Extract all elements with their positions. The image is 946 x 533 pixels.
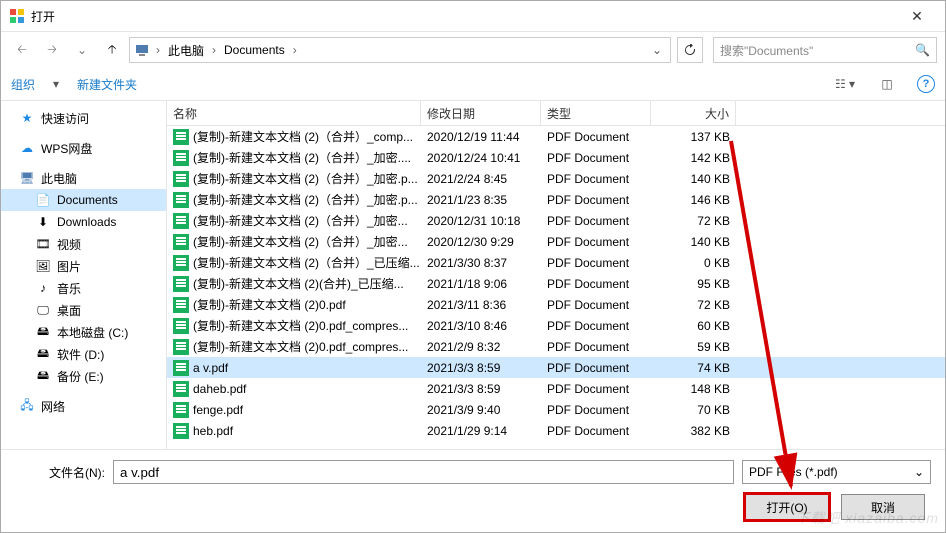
pdf-icon xyxy=(173,213,189,229)
search-input[interactable]: 搜索"Documents" 🔍 xyxy=(713,37,937,63)
close-icon[interactable]: ✕ xyxy=(897,8,937,25)
pc-icon: 🖥 xyxy=(19,170,35,186)
pdf-icon xyxy=(173,129,189,145)
pdf-icon xyxy=(173,234,189,250)
dialog-body: ★快速访问 ☁WPS网盘 🖥此电脑 📄Documents⬇Downloads🎞视… xyxy=(1,100,945,449)
new-folder-button[interactable]: 新建文件夹 xyxy=(77,76,137,93)
search-placeholder: 搜索"Documents" xyxy=(720,42,813,59)
help-icon[interactable]: ? xyxy=(917,75,935,93)
chevron-down-icon: ⌄ xyxy=(914,465,924,479)
pdf-icon xyxy=(173,171,189,187)
table-row[interactable]: (复制)-新建文本文档 (2)（合并）_加密...2020/12/31 10:1… xyxy=(167,210,945,231)
folder-icon: 🖴 xyxy=(35,324,51,340)
forward-button: 🡢 xyxy=(39,37,65,63)
table-row[interactable]: (复制)-新建文本文档 (2)0.pdf_compres...2021/2/9 … xyxy=(167,336,945,357)
table-row[interactable]: (复制)-新建文本文档 (2)(合并)_已压缩...2021/1/18 9:06… xyxy=(167,273,945,294)
table-row[interactable]: (复制)-新建文本文档 (2)（合并）_加密.p...2021/2/24 8:4… xyxy=(167,168,945,189)
folder-icon: 🎞 xyxy=(35,236,51,252)
sidebar-network[interactable]: 🖧网络 xyxy=(1,395,166,417)
sidebar: ★快速访问 ☁WPS网盘 🖥此电脑 📄Documents⬇Downloads🎞视… xyxy=(1,101,167,449)
sidebar-quick-access[interactable]: ★快速访问 xyxy=(1,107,166,129)
filename-input[interactable] xyxy=(113,460,734,484)
pdf-icon xyxy=(173,381,189,397)
chevron-right-icon: › xyxy=(212,43,216,57)
folder-icon: ⬇ xyxy=(35,214,51,230)
pdf-icon xyxy=(173,255,189,271)
pdf-icon xyxy=(173,192,189,208)
sidebar-item[interactable]: 🖼图片 xyxy=(1,255,166,277)
sidebar-wps[interactable]: ☁WPS网盘 xyxy=(1,137,166,159)
chevron-right-icon: › xyxy=(156,43,160,57)
back-button[interactable]: 🡠 xyxy=(9,37,35,63)
app-icon xyxy=(9,8,25,24)
organize-menu[interactable]: 组织 xyxy=(11,76,35,93)
folder-icon: 🖵 xyxy=(35,302,51,318)
titlebar: 打开 ✕ xyxy=(1,1,945,32)
table-row[interactable]: daheb.pdf2021/3/3 8:59PDF Document148 KB xyxy=(167,378,945,399)
table-row[interactable]: heb.pdf2021/1/29 9:14PDF Document382 KB xyxy=(167,420,945,441)
folder-icon: 🖴 xyxy=(35,368,51,384)
table-row[interactable]: a v.pdf2021/3/3 8:59PDF Document74 KB xyxy=(167,357,945,378)
pdf-icon xyxy=(173,297,189,313)
col-type[interactable]: 类型 xyxy=(541,101,651,125)
column-headers: 名称 修改日期 类型 大小 xyxy=(167,101,945,126)
up-button[interactable]: 🡡 xyxy=(99,37,125,63)
sidebar-item[interactable]: ⬇Downloads xyxy=(1,211,166,233)
col-date[interactable]: 修改日期 xyxy=(421,101,541,125)
sidebar-item[interactable]: 🖵桌面 xyxy=(1,299,166,321)
file-list[interactable]: (复制)-新建文本文档 (2)（合并）_comp...2020/12/19 11… xyxy=(167,126,945,449)
table-row[interactable]: (复制)-新建文本文档 (2)（合并）_comp...2020/12/19 11… xyxy=(167,126,945,147)
table-row[interactable]: (复制)-新建文本文档 (2)0.pdf2021/3/11 8:36PDF Do… xyxy=(167,294,945,315)
col-name[interactable]: 名称 xyxy=(167,101,421,125)
pdf-icon xyxy=(173,423,189,439)
star-icon: ★ xyxy=(19,110,35,126)
search-icon: 🔍 xyxy=(915,43,930,57)
table-row[interactable]: fenge.pdf2021/3/9 9:40PDF Document70 KB xyxy=(167,399,945,420)
table-row[interactable]: (复制)-新建文本文档 (2)（合并）_加密...2020/12/30 9:29… xyxy=(167,231,945,252)
view-options-icon[interactable]: ☷ ▾ xyxy=(833,77,857,91)
sidebar-item[interactable]: 📄Documents xyxy=(1,189,166,211)
table-row[interactable]: (复制)-新建文本文档 (2)0.pdf_compres...2021/3/10… xyxy=(167,315,945,336)
pdf-icon xyxy=(173,339,189,355)
address-dropdown-icon[interactable]: ⌄ xyxy=(648,43,666,57)
pdf-icon xyxy=(173,150,189,166)
filename-label: 文件名(N): xyxy=(15,464,105,481)
pdf-icon xyxy=(173,402,189,418)
sidebar-this-pc[interactable]: 🖥此电脑 xyxy=(1,167,166,189)
pdf-icon xyxy=(173,318,189,334)
recent-dropdown[interactable]: ⌄ xyxy=(69,37,95,63)
table-row[interactable]: (复制)-新建文本文档 (2)（合并）_已压缩...2021/3/30 8:37… xyxy=(167,252,945,273)
table-row[interactable]: (复制)-新建文本文档 (2)（合并）_加密.p...2021/1/23 8:3… xyxy=(167,189,945,210)
folder-icon: 🖴 xyxy=(35,346,51,362)
col-size[interactable]: 大小 xyxy=(651,101,736,125)
folder-icon: 🖼 xyxy=(35,258,51,274)
window-title: 打开 xyxy=(31,8,897,25)
pdf-icon xyxy=(173,276,189,292)
address-bar[interactable]: › 此电脑 › Documents › ⌄ xyxy=(129,37,671,63)
pc-icon xyxy=(134,42,150,58)
sidebar-item[interactable]: 🖴备份 (E:) xyxy=(1,365,166,387)
nav-bar: 🡠 🡢 ⌄ 🡡 › 此电脑 › Documents › ⌄ 搜索"Documen… xyxy=(1,32,945,68)
table-row[interactable]: (复制)-新建文本文档 (2)（合并）_加密....2020/12/24 10:… xyxy=(167,147,945,168)
refresh-button[interactable] xyxy=(677,37,703,63)
toolbar: 组织 ▾ 新建文件夹 ☷ ▾ ◫ ? xyxy=(1,68,945,100)
sidebar-item[interactable]: 🖴软件 (D:) xyxy=(1,343,166,365)
open-dialog: 打开 ✕ 🡠 🡢 ⌄ 🡡 › 此电脑 › Documents › ⌄ 搜索"Do… xyxy=(0,0,946,533)
filetype-select[interactable]: PDF Files (*.pdf) ⌄ xyxy=(742,460,931,484)
pdf-icon xyxy=(173,360,189,376)
sidebar-item[interactable]: ♪音乐 xyxy=(1,277,166,299)
chevron-right-icon: › xyxy=(293,43,297,57)
network-icon: 🖧 xyxy=(19,398,35,414)
folder-icon: ♪ xyxy=(35,280,51,296)
sidebar-item[interactable]: 🖴本地磁盘 (C:) xyxy=(1,321,166,343)
watermark: 下载吧 xiazaiba.com xyxy=(795,508,939,528)
cloud-icon: ☁ xyxy=(19,140,35,156)
sidebar-item[interactable]: 🎞视频 xyxy=(1,233,166,255)
preview-pane-icon[interactable]: ◫ xyxy=(875,77,899,91)
breadcrumb-root[interactable]: 此电脑 xyxy=(166,41,206,60)
folder-icon: 📄 xyxy=(35,192,51,208)
breadcrumb-folder[interactable]: Documents xyxy=(222,42,287,58)
file-pane: 名称 修改日期 类型 大小 (复制)-新建文本文档 (2)（合并）_comp..… xyxy=(167,101,945,449)
